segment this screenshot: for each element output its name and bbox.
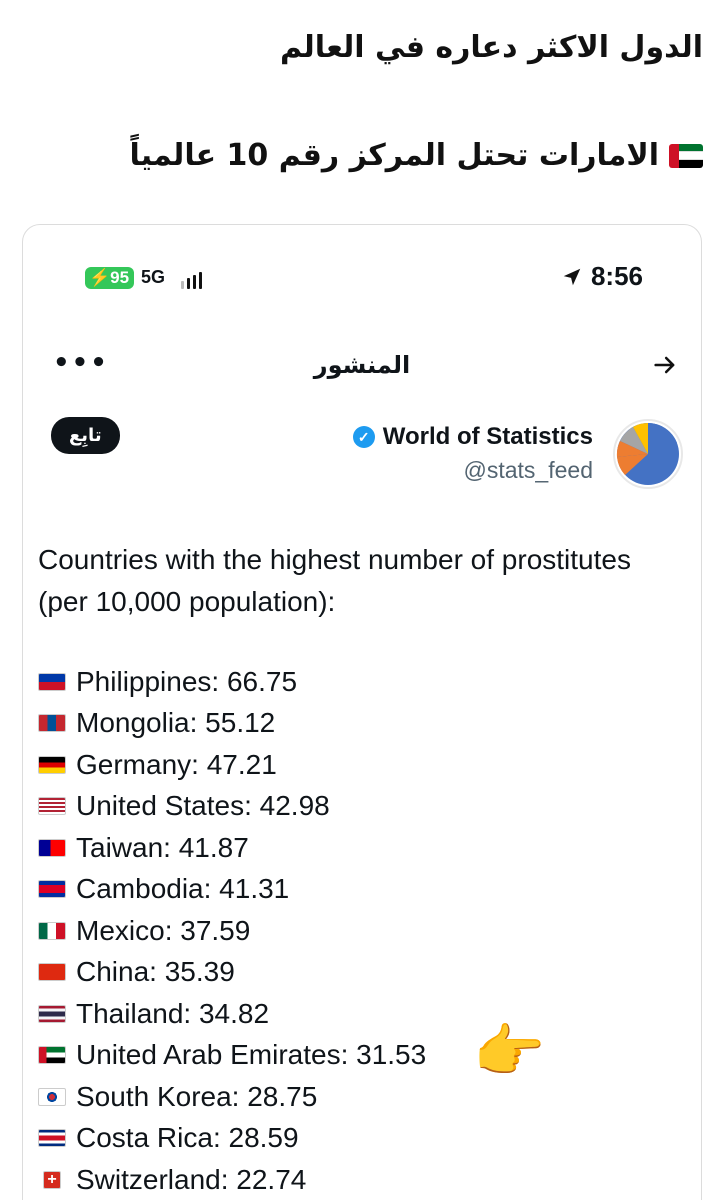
list-item: + Switzerland: 22.74 [38, 1159, 678, 1200]
germany-flag-icon [38, 755, 66, 774]
list-item: Germany: 47.21 [38, 744, 678, 786]
post-text: Countries with the highest number of pro… [38, 544, 631, 617]
author-name[interactable]: World of Statistics [383, 423, 593, 451]
location-arrow-icon [563, 268, 581, 285]
china-flag-icon [38, 963, 66, 982]
list-item: United States: 42.98 [38, 786, 678, 828]
united-states-flag-icon [38, 797, 66, 816]
follow-button[interactable]: تابِع [51, 417, 120, 454]
list-item: Cambodia: 41.31 [38, 869, 678, 911]
list-item: United Arab Emirates: 31.53 [38, 1035, 678, 1077]
caption-subtitle: الامارات تحتل المركز رقم 10 عالمياً [129, 138, 703, 173]
list-item: Mexico: 37.59 [38, 910, 678, 952]
country-list: Philippines: 66.75 Mongolia: 55.12 Germany… [38, 661, 678, 1200]
list-item-label: Costa Rica: 28.59 [76, 1122, 299, 1154]
list-item-label: Switzerland: 22.74 [76, 1163, 307, 1195]
post-screenshot-card: ⚡95 5G 8:56 ••• المنشور تابِع ✓ World of… [22, 224, 702, 1200]
list-item-label: South Korea: 28.75 [76, 1080, 318, 1112]
cambodia-flag-icon [38, 880, 66, 899]
author-handle[interactable]: @stats_feed [353, 457, 593, 484]
list-item-label: Taiwan: 41.87 [76, 831, 249, 863]
list-item-label: Germany: 47.21 [76, 748, 277, 780]
list-item: Mongolia: 55.12 [38, 703, 678, 745]
avatar[interactable] [613, 419, 683, 489]
list-item: Thailand: 34.82 [38, 993, 678, 1035]
pointing-hand-emoji: 👈 [475, 1017, 548, 1085]
list-item: Costa Rica: 28.59 [38, 1118, 678, 1160]
status-bar: ⚡95 5G 8:56 [23, 259, 701, 299]
uae-flag-emoji [669, 143, 703, 168]
list-item: Taiwan: 41.87 [38, 827, 678, 869]
verified-badge-icon: ✓ [352, 426, 375, 448]
switzerland-flag-icon: + [43, 1170, 61, 1189]
list-item-label: China: 35.39 [76, 956, 235, 988]
list-item-label: United Arab Emirates: 31.53 [76, 1039, 427, 1071]
clock: 8:56 [561, 261, 643, 292]
arrow-right-icon[interactable] [651, 351, 679, 386]
caption-subtitle-text: الامارات تحتل المركز رقم 10 عالمياً [129, 138, 659, 173]
battery-level: 95 [110, 268, 130, 287]
taiwan-flag-icon [38, 838, 66, 857]
costa-rica-flag-icon [38, 1129, 66, 1148]
network-type: 5G [141, 267, 166, 287]
list-item-label: Mongolia: 55.12 [76, 707, 276, 739]
list-item-label: United States: 42.98 [76, 790, 330, 822]
mongolia-flag-icon [38, 714, 66, 733]
list-item-label: Thailand: 34.82 [76, 997, 270, 1029]
philippines-flag-icon [38, 672, 66, 691]
thailand-flag-icon [38, 1004, 66, 1023]
list-item-label: Cambodia: 41.31 [76, 873, 290, 905]
post-header: ••• المنشور [23, 347, 701, 387]
pie-chart-logo-icon [616, 423, 679, 485]
author-info[interactable]: ✓ World of Statistics @stats_feed [352, 423, 593, 484]
signal-icon [181, 269, 202, 289]
south-korea-flag-icon [38, 1087, 66, 1106]
list-item-label: Philippines: 66.75 [76, 665, 298, 697]
mexico-flag-icon [38, 921, 66, 940]
battery-indicator: ⚡95 [85, 267, 135, 289]
header-title: المنشور [313, 351, 411, 379]
list-item-label: Mexico: 37.59 [76, 914, 251, 946]
caption-title: الدول الاكثر دعاره في العالم [280, 30, 703, 65]
uae-flag-icon [38, 1046, 66, 1065]
list-item: China: 35.39 [38, 952, 678, 994]
list-item: South Korea: 28.75 [38, 1076, 678, 1118]
clock-time: 8:56 [590, 261, 643, 291]
list-item: Philippines: 66.75 [38, 661, 678, 703]
